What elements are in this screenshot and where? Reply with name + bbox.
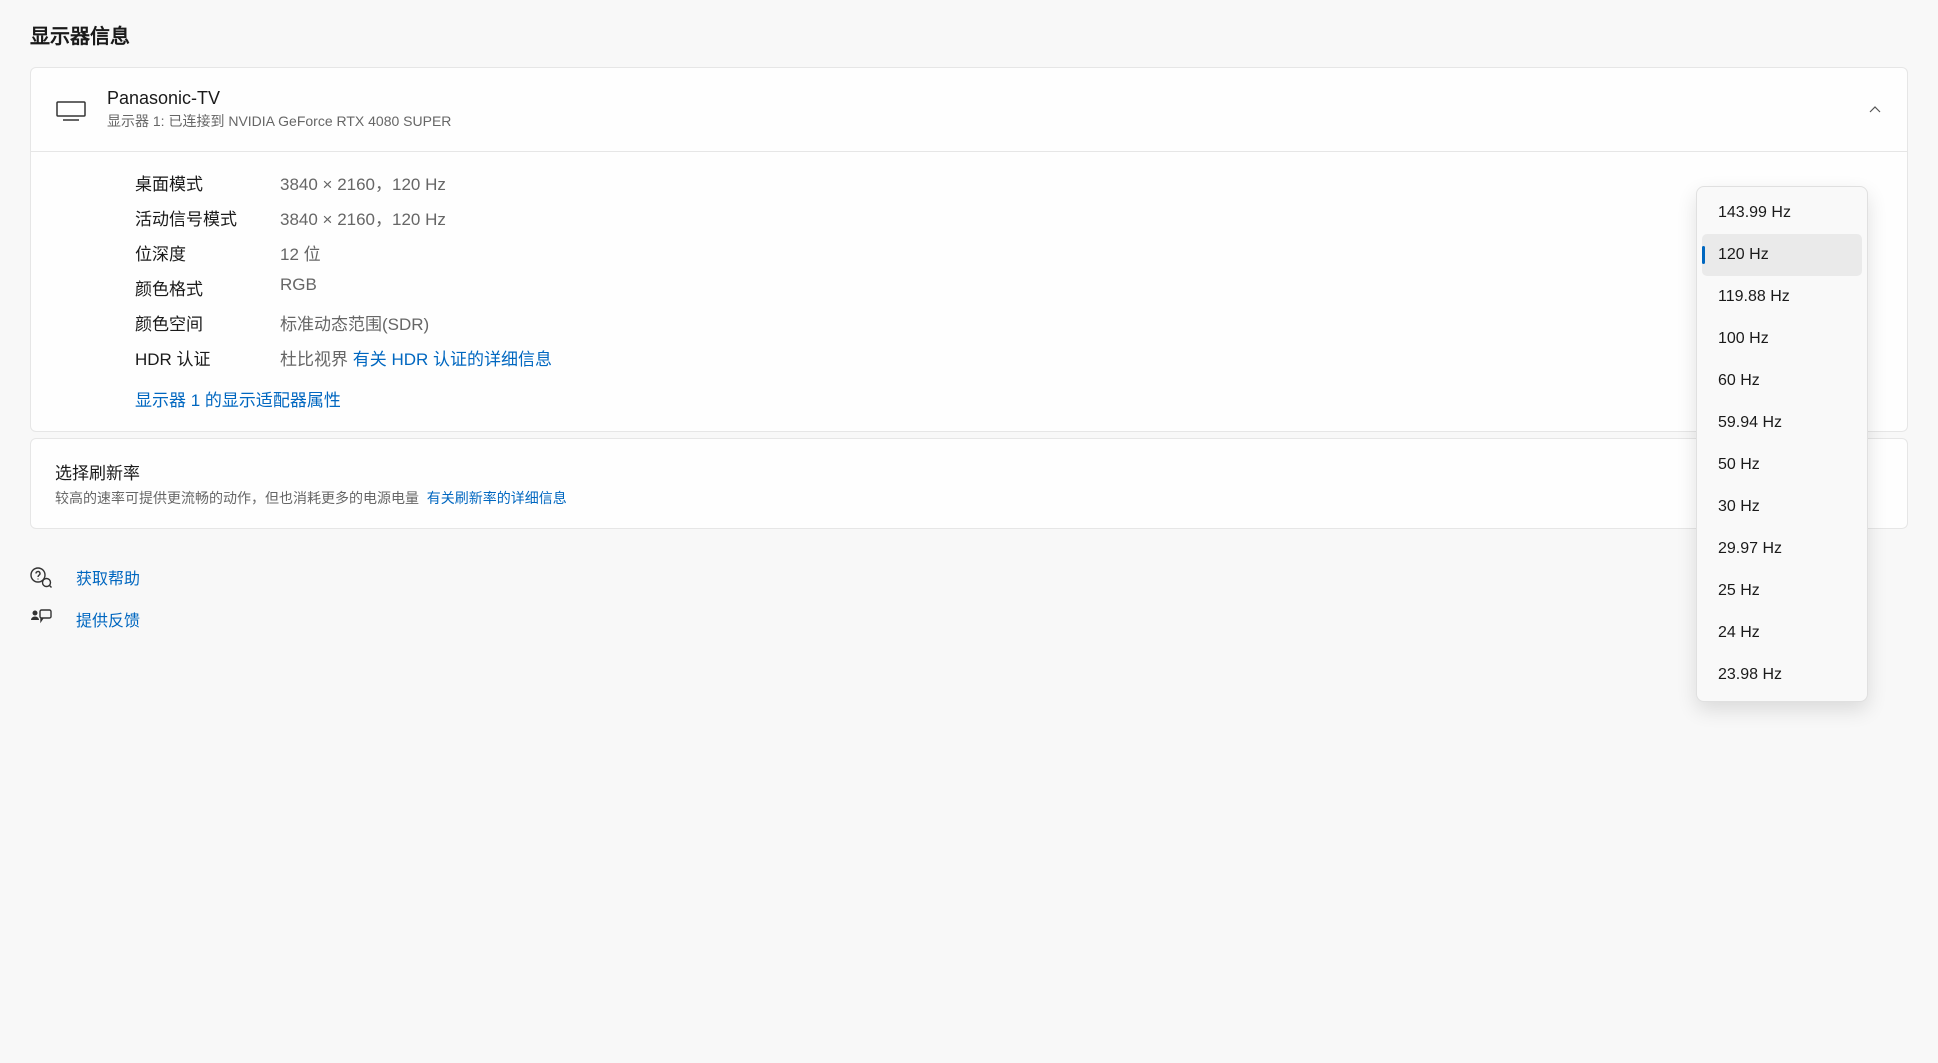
refresh-desc: 较高的速率可提供更流畅的动作，但也消耗更多的电源电量 有关刷新率的详细信息 [55,488,1883,508]
help-links: 获取帮助 提供反馈 [30,565,1908,631]
refresh-rate-option[interactable]: 50 Hz [1702,444,1862,486]
prop-label: 颜色空间 [135,310,280,335]
prop-active-signal: 活动信号模式 3840 × 2160，120 Hz [135,205,1883,230]
refresh-rate-option[interactable]: 119.88 Hz [1702,276,1862,318]
prop-label: 活动信号模式 [135,205,280,230]
prop-color-space: 颜色空间 标准动态范围(SDR) [135,310,1883,335]
prop-value: 杜比视界 有关 HDR 认证的详细信息 [280,345,552,370]
prop-value: RGB [280,275,317,300]
feedback-link[interactable]: 提供反馈 [76,607,140,631]
section-title: 显示器信息 [30,20,1908,49]
refresh-title: 选择刷新率 [55,459,1883,484]
monitor-icon [55,98,87,122]
hdr-cert-value: 杜比视界 [280,350,348,369]
prop-label: 位深度 [135,240,280,265]
prop-label: 颜色格式 [135,275,280,300]
refresh-rate-option[interactable]: 25 Hz [1702,570,1862,612]
refresh-rate-card[interactable]: 选择刷新率 较高的速率可提供更流畅的动作，但也消耗更多的电源电量 有关刷新率的详… [30,438,1908,529]
display-header-text: Panasonic-TV 显示器 1: 已连接到 NVIDIA GeForce … [107,88,1867,131]
prop-color-format: 颜色格式 RGB [135,275,1883,300]
feedback-icon [30,608,52,630]
prop-desktop-mode: 桌面模式 3840 × 2160，120 Hz [135,170,1883,195]
refresh-rate-option[interactable]: 29.97 Hz [1702,528,1862,570]
refresh-rate-dropdown[interactable]: 143.99 Hz120 Hz119.88 Hz100 Hz60 Hz59.94… [1696,186,1868,702]
prop-value: 12 位 [280,240,321,265]
refresh-rate-option[interactable]: 59.94 Hz [1702,402,1862,444]
refresh-rate-option[interactable]: 120 Hz [1702,234,1862,276]
chevron-up-icon [1867,102,1883,118]
prop-value: 标准动态范围(SDR) [280,310,429,335]
help-icon [30,566,52,588]
refresh-rate-option[interactable]: 24 Hz [1702,612,1862,654]
refresh-learn-more-link[interactable]: 有关刷新率的详细信息 [427,490,567,506]
get-help-link[interactable]: 获取帮助 [76,565,140,589]
prop-label: HDR 认证 [135,345,280,370]
prop-label: 桌面模式 [135,170,280,195]
refresh-rate-option[interactable]: 30 Hz [1702,486,1862,528]
refresh-rate-option[interactable]: 100 Hz [1702,318,1862,360]
refresh-desc-text: 较高的速率可提供更流畅的动作，但也消耗更多的电源电量 [55,490,419,506]
refresh-rate-option[interactable]: 60 Hz [1702,360,1862,402]
display-name: Panasonic-TV [107,88,1867,109]
prop-hdr-cert: HDR 认证 杜比视界 有关 HDR 认证的详细信息 [135,345,1883,370]
display-properties: 桌面模式 3840 × 2160，120 Hz 活动信号模式 3840 × 21… [31,152,1907,431]
refresh-rate-option[interactable]: 143.99 Hz [1702,192,1862,234]
hdr-cert-link[interactable]: 有关 HDR 认证的详细信息 [353,350,552,369]
display-subtitle: 显示器 1: 已连接到 NVIDIA GeForce RTX 4080 SUPE… [107,111,1867,131]
display-info-card: Panasonic-TV 显示器 1: 已连接到 NVIDIA GeForce … [30,67,1908,432]
refresh-rate-option[interactable]: 23.98 Hz [1702,654,1862,696]
adapter-properties-link[interactable]: 显示器 1 的显示适配器属性 [135,386,341,411]
get-help-row[interactable]: 获取帮助 [30,565,1908,589]
prop-value: 3840 × 2160，120 Hz [280,205,446,230]
feedback-row[interactable]: 提供反馈 [30,607,1908,631]
prop-value: 3840 × 2160，120 Hz [280,170,446,195]
display-card-header[interactable]: Panasonic-TV 显示器 1: 已连接到 NVIDIA GeForce … [31,68,1907,152]
prop-bit-depth: 位深度 12 位 [135,240,1883,265]
